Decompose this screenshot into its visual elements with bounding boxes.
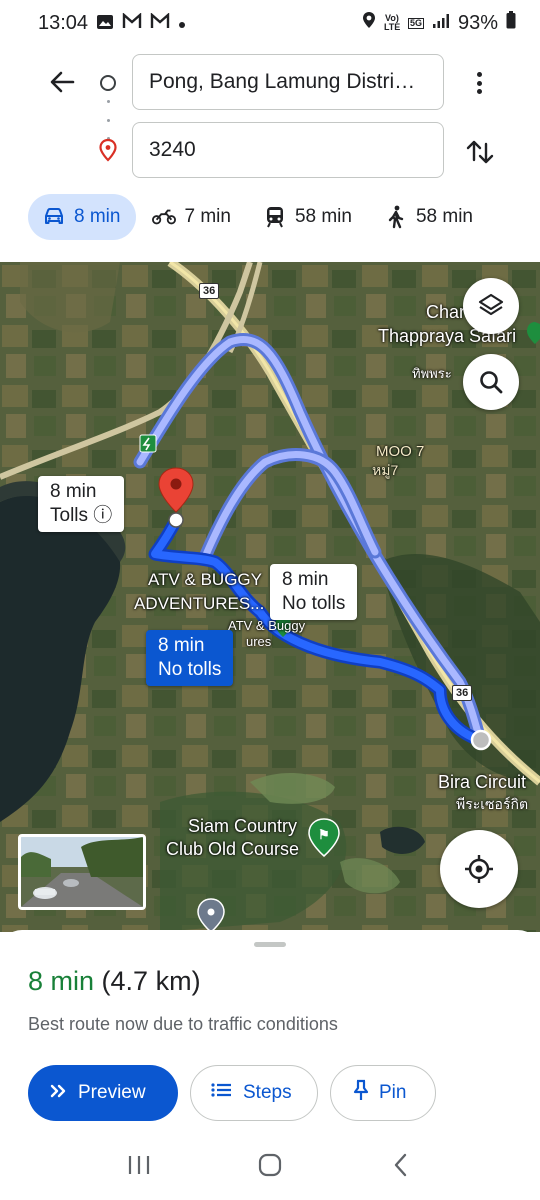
route-callout-selected-note: No tolls [158, 659, 222, 680]
route-callout-selected[interactable]: 8 min No tolls [146, 630, 234, 686]
route-callout-alt-time: 8 min [282, 569, 329, 590]
travel-mode-tabs: 8 min 7 min 58 min 58 min [28, 194, 491, 240]
route-callout-tolls-note: Tolls ⓘ [50, 505, 113, 526]
mode-tab-motorcycle[interactable]: 7 min [138, 194, 246, 240]
origin-circle-icon [100, 75, 116, 91]
chevron-left-icon [394, 1153, 406, 1177]
route-summary: 8 min (4.7 km) [28, 966, 201, 997]
highway-shield-1: 36 [199, 283, 220, 299]
pin-button[interactable]: Pin [330, 1065, 436, 1121]
route-dots-icon [106, 100, 110, 140]
home-icon [258, 1153, 282, 1177]
volte-icon: Vo) LTE [383, 13, 401, 32]
battery-percent: 93% [457, 11, 498, 34]
walk-icon [384, 205, 408, 229]
list-icon [211, 1082, 233, 1104]
route-duration: 8 min [28, 966, 95, 996]
directions-header: Pong, Bang Lamung Distri… 3240 [0, 46, 540, 186]
steps-button[interactable]: Steps [190, 1065, 318, 1121]
highway-shield-2: 36 [452, 685, 473, 701]
map-label-siam-1: Siam Country [188, 816, 298, 836]
system-nav-bar [0, 1130, 540, 1200]
map-view[interactable]: ⚑ Char Thappraya Safari ทิพพระ MOO 7 หมู… [0, 262, 540, 932]
map-label-atv-1: ATV & BUGGY [148, 570, 262, 589]
map-label-siam-2: Club Old Course [166, 839, 300, 859]
status-bar: 13:04 Vo) LTE 5G 93% [0, 0, 540, 46]
train-icon [263, 205, 287, 229]
street-view-image [21, 837, 143, 907]
my-location-icon [465, 855, 493, 883]
mode-tab-walk[interactable]: 58 min [370, 194, 489, 240]
route-actions: Preview Steps Pin [28, 1065, 436, 1121]
pin-label: Pin [379, 1082, 407, 1103]
double-chevron-right-icon [50, 1082, 68, 1104]
mode-time-walk: 58 min [415, 206, 473, 227]
destination-pin-icon [98, 138, 118, 162]
sheet-drag-handle[interactable] [254, 942, 286, 947]
mode-tab-transit[interactable]: 58 min [249, 194, 368, 240]
route-callout-tolls-time: 8 min [50, 481, 97, 502]
map-label-moo7: MOO 7 [376, 443, 425, 460]
back-nav-button[interactable] [381, 1145, 421, 1185]
location-icon [362, 11, 376, 35]
layers-button[interactable] [463, 278, 519, 334]
search-along-route-button[interactable] [463, 354, 519, 410]
battery-icon [506, 11, 516, 35]
mode-time-motorcycle: 7 min [184, 206, 231, 227]
swap-vert-icon [466, 140, 494, 164]
recents-icon [129, 1156, 150, 1174]
map-label-bira: Bira Circuit [438, 772, 527, 792]
arrow-back-icon [50, 71, 75, 93]
back-button[interactable] [44, 64, 80, 100]
status-time: 13:04 [38, 11, 89, 34]
route-distance: (4.7 km) [101, 966, 201, 996]
pushpin-icon [353, 1079, 369, 1107]
network-type-icon: 5G [407, 17, 424, 29]
car-icon [42, 205, 66, 229]
mode-tab-car[interactable]: 8 min [28, 194, 137, 240]
motorcycle-icon [152, 205, 177, 229]
destination-field[interactable]: 3240 [132, 122, 444, 178]
gallery-icon [96, 14, 114, 33]
map-label-moo7-thai: หมู่7 [372, 462, 399, 478]
layers-icon [478, 293, 504, 316]
route-callout-alt-note: No tolls [282, 593, 346, 614]
map-label-atv-2: ADVENTURES... [134, 594, 265, 613]
map-label-atv-sub-2: ures [246, 634, 272, 649]
route-details-sheet: 8 min (4.7 km) Best route now due to tra… [0, 930, 540, 1130]
notification-dot-icon [178, 12, 186, 35]
route-callout-alt-no-tolls[interactable]: 8 min No tolls [270, 564, 358, 620]
gmail-icon-2 [150, 11, 170, 35]
map-label-chan: Char [426, 302, 466, 322]
preview-label: Preview [78, 1082, 146, 1103]
mode-time-transit: 58 min [294, 206, 352, 227]
origin-field[interactable]: Pong, Bang Lamung Distri… [132, 54, 444, 110]
route-reason: Best route now due to traffic conditions [28, 1014, 338, 1034]
svg-text:⚑: ⚑ [318, 827, 330, 842]
map-label-bira-thai: พีระเซอร์กิต [456, 796, 529, 812]
recents-button[interactable] [119, 1145, 159, 1185]
my-location-button[interactable] [440, 830, 518, 908]
signal-icon [432, 12, 450, 35]
home-button[interactable] [250, 1145, 290, 1185]
street-view-thumbnail[interactable] [18, 834, 146, 910]
more-options-button[interactable] [466, 68, 492, 98]
map-label-thai-1: ทิพพระ [412, 366, 452, 381]
swap-route-button[interactable] [462, 134, 498, 170]
mode-time-car: 8 min [74, 206, 121, 227]
preview-button[interactable]: Preview [28, 1065, 178, 1121]
route-callout-tolls[interactable]: 8 min Tolls ⓘ [38, 476, 125, 532]
steps-label: Steps [243, 1082, 292, 1103]
search-icon [480, 371, 503, 394]
route-callout-selected-time: 8 min [158, 635, 205, 656]
gmail-icon [122, 11, 142, 35]
